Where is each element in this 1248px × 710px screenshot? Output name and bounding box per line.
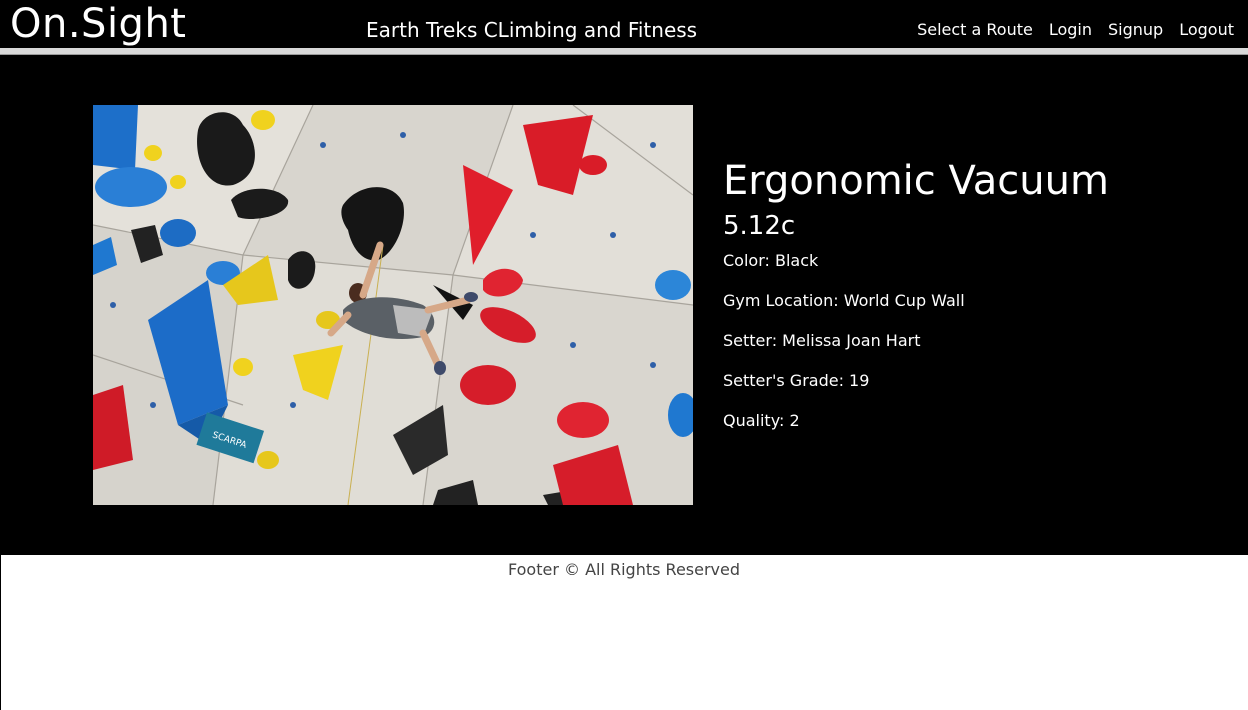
- route-setter: Setter: Melissa Joan Hart: [723, 331, 921, 350]
- route-photo: SCARPA: [93, 105, 693, 505]
- nav-select-route[interactable]: Select a Route: [917, 20, 1033, 39]
- route-color: Color: Black: [723, 251, 819, 270]
- nav-login[interactable]: Login: [1049, 20, 1092, 39]
- nav-signup[interactable]: Signup: [1108, 20, 1163, 39]
- brand-logo[interactable]: On.Sight: [10, 0, 186, 48]
- route-quality: Quality: 2: [723, 411, 800, 430]
- footer-text: Footer © All Rights Reserved: [507, 560, 741, 579]
- route-name: Ergonomic Vacuum: [723, 158, 1109, 204]
- route-location: Gym Location: World Cup Wall: [723, 291, 965, 310]
- route-setter-grade: Setter's Grade: 19: [723, 371, 870, 390]
- navbar: On.Sight Earth Treks CLimbing and Fitnes…: [0, 0, 1248, 48]
- navbar-divider: [0, 48, 1248, 55]
- route-info: Ergonomic Vacuum 5.12c Color: Black Gym …: [723, 155, 1109, 451]
- climbing-wall-image: SCARPA: [93, 105, 693, 505]
- nav-logout[interactable]: Logout: [1179, 20, 1234, 39]
- route-detail-panel: SCARPA Ergonomic Vacuum 5.12c Color: Bla…: [1, 55, 1248, 555]
- nav-links: Select a Route Login Signup Logout: [917, 20, 1234, 39]
- route-grade: 5.12c: [723, 211, 796, 241]
- gym-name: Earth Treks CLimbing and Fitness: [366, 18, 698, 42]
